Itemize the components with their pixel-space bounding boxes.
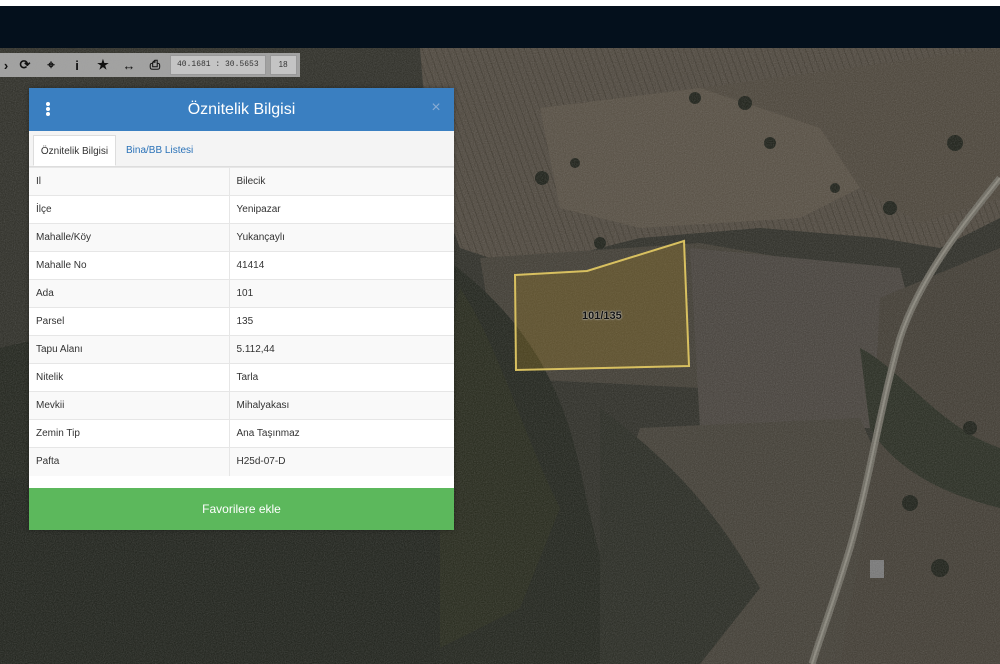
- attribute-value: Tarla: [229, 363, 454, 392]
- measure-icon[interactable]: ↔: [116, 53, 142, 77]
- table-row: Parsel 135: [29, 307, 454, 336]
- table-row: Mahalle/Köy Yukançaylı: [29, 223, 454, 252]
- tab-building-list[interactable]: Bina/BB Listesi: [121, 135, 221, 166]
- attribute-key: Tapu Alanı: [29, 335, 230, 364]
- table-row: Tapu Alanı 5.112,44: [29, 335, 454, 364]
- attribute-value: Yukançaylı: [229, 223, 454, 252]
- crosshair-icon[interactable]: ⌖: [38, 53, 64, 77]
- coordinate-readout: 40.1681 : 30.5653: [170, 55, 266, 75]
- parcel-label: 101/135: [582, 310, 622, 322]
- table-row: Zemin Tip Ana Taşınmaz: [29, 419, 454, 448]
- attribute-key: Zemin Tip: [29, 419, 230, 448]
- panel-tabs: Öznitelik Bilgisi Bina/BB Listesi: [29, 131, 454, 167]
- panel-header: Öznitelik Bilgisi ×: [29, 88, 454, 131]
- close-icon[interactable]: ×: [428, 98, 444, 118]
- table-row: Mahalle No 41414: [29, 251, 454, 280]
- table-row: Mevkii Mihalyakası: [29, 391, 454, 420]
- print-icon[interactable]: ⎙: [142, 53, 168, 77]
- attribute-value: Bilecik: [229, 167, 454, 196]
- attribute-value: Yenipazar: [229, 195, 454, 224]
- attribute-key: Nitelik: [29, 363, 230, 392]
- attribute-value: 41414: [229, 251, 454, 280]
- table-row: Ada 101: [29, 279, 454, 308]
- refresh-icon[interactable]: ⟳: [12, 53, 38, 77]
- attribute-value: 101: [229, 279, 454, 308]
- info-icon[interactable]: i: [64, 53, 90, 77]
- attribute-key: Pafta: [29, 447, 230, 476]
- attribute-value: Mihalyakası: [229, 391, 454, 420]
- panel-title: Öznitelik Bilgisi: [187, 101, 296, 118]
- attribute-key: Mahalle No: [29, 251, 230, 280]
- attribute-key: Parsel: [29, 307, 230, 336]
- attribute-key: Il: [29, 167, 230, 196]
- table-row: Il Bilecik: [29, 167, 454, 196]
- attribute-info-panel: Öznitelik Bilgisi × Öznitelik Bilgisi Bi…: [29, 88, 454, 530]
- chevron-icon[interactable]: ›: [0, 53, 12, 77]
- table-row: İlçe Yenipazar: [29, 195, 454, 224]
- star-icon[interactable]: ★: [90, 53, 116, 77]
- attribute-key: Mahalle/Köy: [29, 223, 230, 252]
- tab-attribute-info[interactable]: Öznitelik Bilgisi: [33, 135, 116, 166]
- attribute-key: Mevkii: [29, 391, 230, 420]
- attribute-key: İlçe: [29, 195, 230, 224]
- zoom-level: 18: [269, 55, 297, 75]
- attribute-table: Il Bilecik İlçe Yenipazar Mahalle/Köy Yukança…: [29, 167, 454, 476]
- attribute-value: H25d-07-D: [229, 447, 454, 476]
- app-header-bar: [0, 6, 1000, 48]
- table-row: Pafta H25d-07-D: [29, 447, 454, 476]
- map-toolbar: › ⟳ ⌖ i ★ ↔ ⎙ 40.1681 : 30.5653 18: [0, 53, 300, 77]
- attribute-key: Ada: [29, 279, 230, 308]
- add-to-favorites-button[interactable]: Favorilere ekle: [29, 488, 454, 530]
- attribute-value: 5.112,44: [229, 335, 454, 364]
- table-row: Nitelik Tarla: [29, 363, 454, 392]
- attribute-value: Ana Taşınmaz: [229, 419, 454, 448]
- attribute-value: 135: [229, 307, 454, 336]
